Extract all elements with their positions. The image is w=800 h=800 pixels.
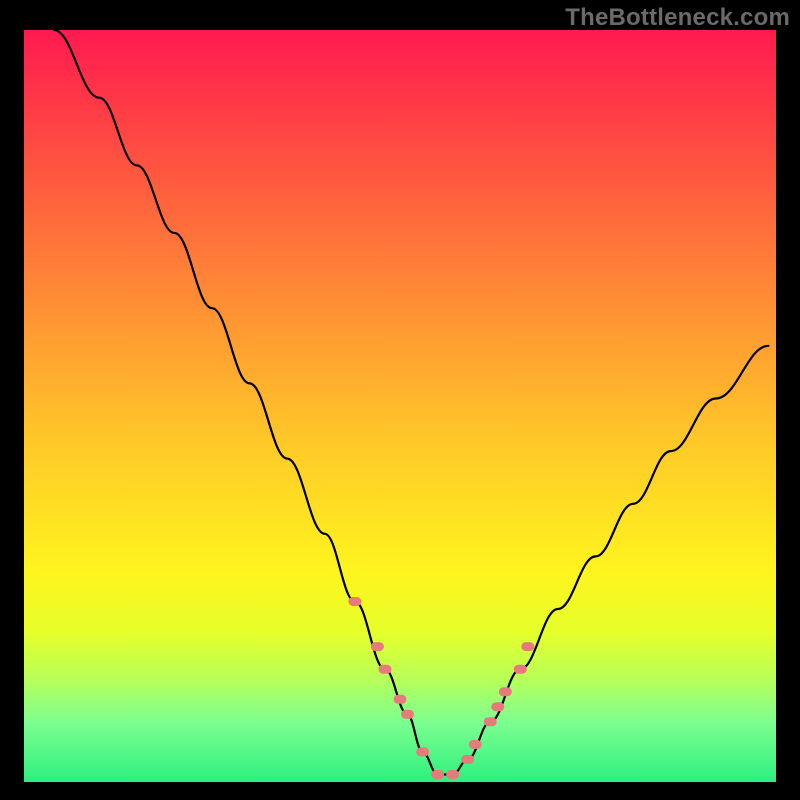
highlight-dot	[416, 747, 429, 756]
highlight-dot	[499, 687, 512, 696]
highlight-dots-group	[348, 597, 534, 779]
highlight-dot	[401, 710, 414, 719]
highlight-dot	[491, 702, 504, 711]
highlight-dot	[461, 755, 474, 764]
highlight-dot	[514, 665, 527, 674]
highlight-dot	[469, 740, 482, 749]
watermark-text: TheBottleneck.com	[565, 4, 790, 32]
highlight-dot	[379, 665, 392, 674]
highlight-dot	[348, 597, 361, 606]
highlight-dot	[446, 770, 459, 779]
highlight-dot	[521, 642, 534, 651]
highlight-dot	[431, 770, 444, 779]
bottleneck-curve-path	[54, 30, 768, 775]
chart-svg	[24, 30, 776, 782]
highlight-dot	[394, 695, 407, 704]
chart-frame	[24, 30, 776, 782]
highlight-dot	[371, 642, 384, 651]
highlight-dot	[484, 717, 497, 726]
